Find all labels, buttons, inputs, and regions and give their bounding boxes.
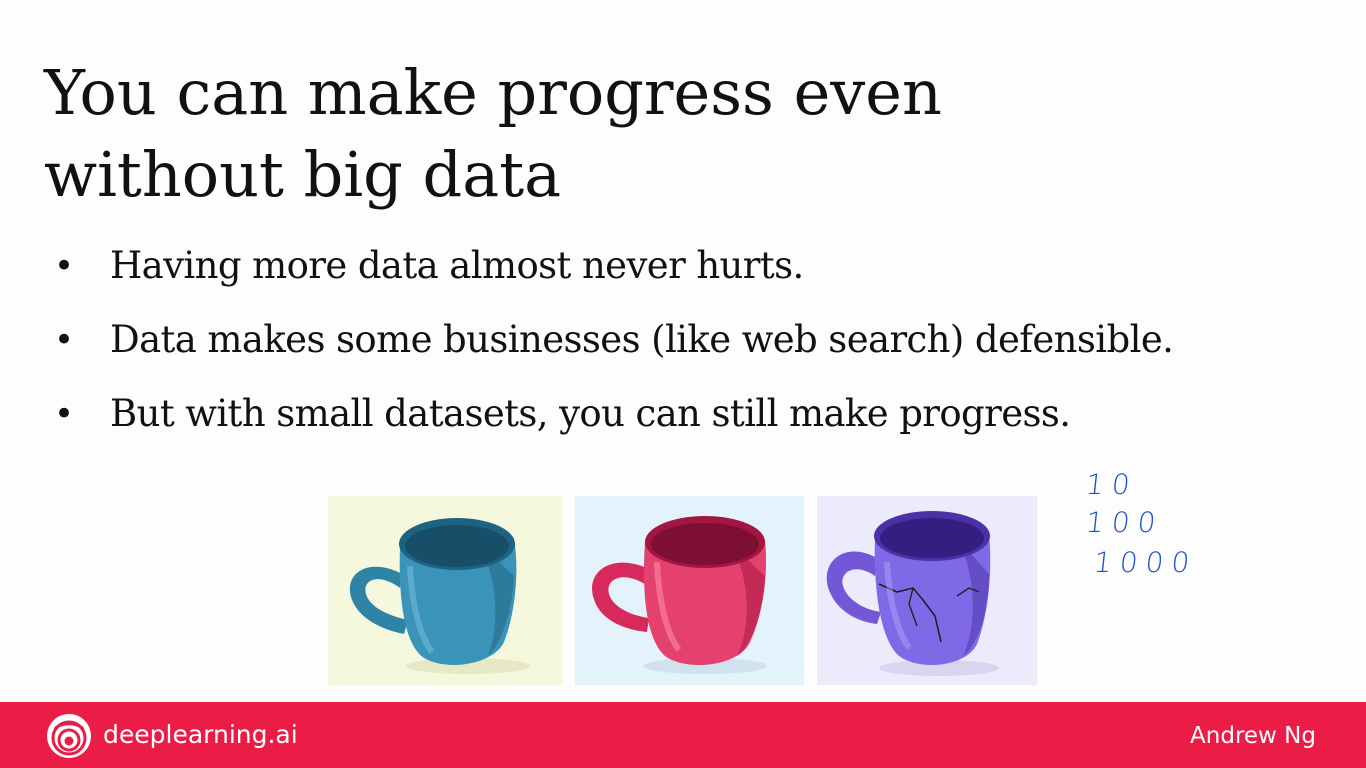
bullet-item: • But with small datasets, you can still…: [54, 384, 1354, 458]
bullet-text: Data makes some businesses (like web sea…: [110, 318, 1174, 361]
slide-title: You can make progress even without big d…: [44, 52, 1044, 216]
footer-bar: deeplearning.ai Andrew Ng: [0, 702, 1366, 768]
bullet-item: • Data makes some businesses (like web s…: [54, 310, 1354, 384]
bullet-list: • Having more data almost never hurts. •…: [54, 236, 1354, 458]
bullet-dot: •: [54, 246, 75, 286]
blue-mug-image: [328, 496, 562, 685]
bullet-text: Having more data almost never hurts.: [110, 244, 804, 287]
bullet-dot: •: [54, 394, 75, 434]
bullet-text: But with small datasets, you can still m…: [110, 392, 1071, 435]
handwritten-notes: 10 100 1000: [1080, 468, 1210, 588]
slide-title-line-1: You can make progress even: [44, 56, 942, 129]
bullet-dot: •: [54, 320, 75, 360]
purple-cracked-mug-image: [817, 496, 1037, 685]
handwritten-note-1000: 1000: [1092, 546, 1199, 579]
handwritten-note-10: 10: [1084, 468, 1140, 501]
deeplearning-logo-icon: [47, 714, 91, 758]
pink-mug-image: [575, 496, 804, 685]
slide: You can make progress even without big d…: [0, 0, 1366, 768]
bullet-item: • Having more data almost never hurts.: [54, 236, 1354, 310]
brand-name: deeplearning.ai: [103, 720, 298, 749]
author-name: Andrew Ng: [1190, 723, 1316, 749]
slide-title-line-2: without big data: [44, 138, 562, 211]
handwritten-note-100: 100: [1084, 506, 1166, 539]
